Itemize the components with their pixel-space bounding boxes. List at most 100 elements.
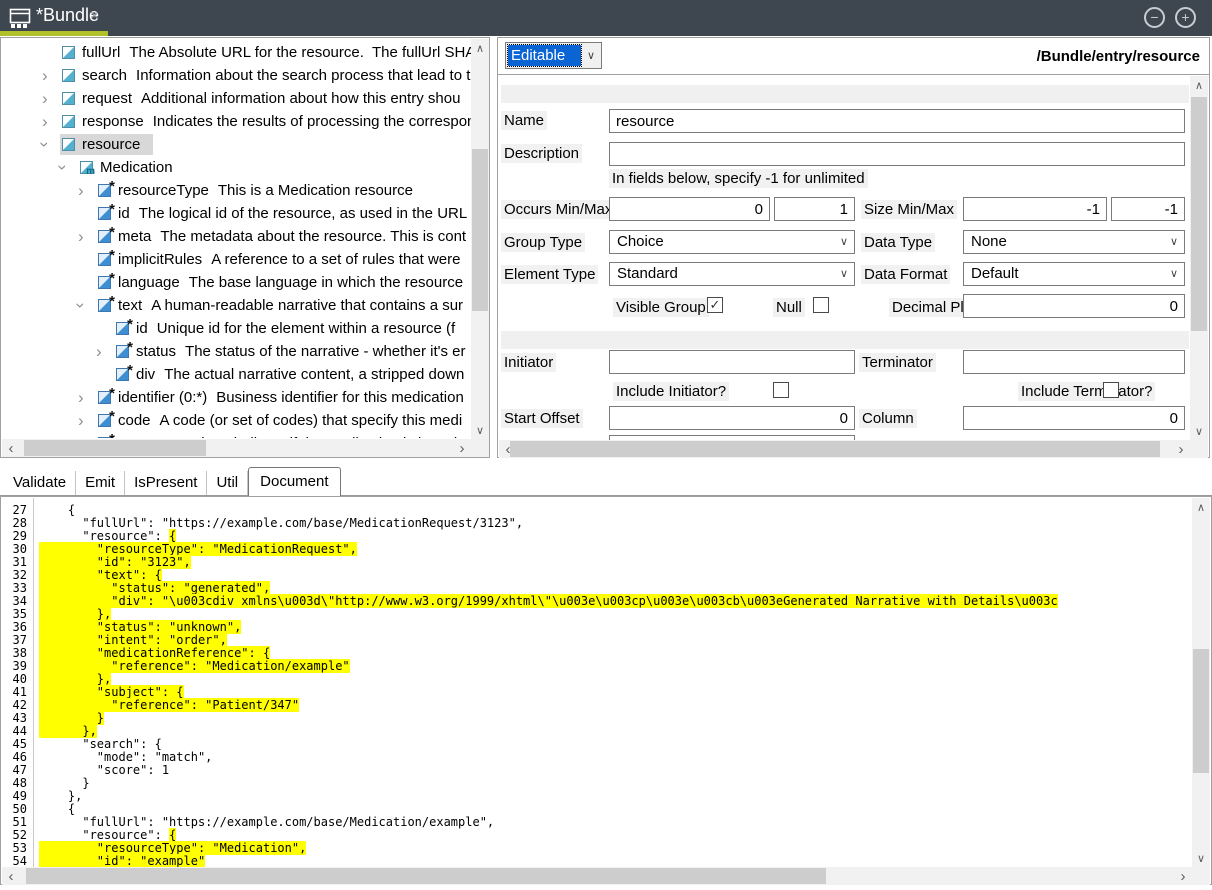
- code-plain-text: "resource":: [39, 828, 169, 842]
- scroll-up-icon[interactable]: [471, 39, 489, 57]
- tree-node-label: response: [82, 113, 144, 130]
- size-min-input[interactable]: [963, 197, 1107, 221]
- tree-chevron-icon[interactable]: [78, 389, 96, 406]
- tree-chevron-icon[interactable]: [42, 67, 60, 84]
- bottom-tab[interactable]: Emit: [76, 471, 125, 495]
- tree-chevron-icon[interactable]: [42, 90, 60, 107]
- tree-row[interactable]: id The logical id of the resource, as us…: [2, 202, 471, 225]
- tree-vscroll-thumb[interactable]: [472, 149, 488, 311]
- tree-row[interactable]: div The actual narrative content, a stri…: [2, 363, 471, 386]
- name-label: Name: [501, 111, 547, 130]
- tree-row[interactable]: implicitRules A reference to a set of ru…: [2, 248, 471, 271]
- tree-chevron-icon[interactable]: [60, 159, 78, 176]
- tree-chevron-icon[interactable]: [96, 343, 114, 360]
- tree-node-icon: [62, 92, 75, 105]
- code-highlighted-text: "medicationReference": {: [39, 646, 270, 660]
- scroll-up-icon[interactable]: [1192, 498, 1210, 516]
- tree-row[interactable]: language The base language in which the …: [2, 271, 471, 294]
- scroll-up-icon[interactable]: [1190, 76, 1208, 94]
- size-label: Size Min/Max: [861, 200, 957, 219]
- column-input[interactable]: [963, 406, 1185, 430]
- scroll-right-icon[interactable]: [1174, 867, 1192, 885]
- bottom-tab[interactable]: Util: [207, 471, 248, 495]
- code-plain-text: }: [39, 776, 90, 790]
- code-plain-text: "mode": "match",: [39, 750, 212, 764]
- tree-row[interactable]: id Unique id for the element within a re…: [2, 317, 471, 340]
- tree-row[interactable]: search Information about the search proc…: [2, 64, 471, 87]
- editable-mode-select[interactable]: Editable: [505, 42, 602, 69]
- data-format-select[interactable]: Default: [963, 262, 1185, 286]
- properties-horizontal-scrollbar[interactable]: [499, 440, 1190, 458]
- visible-group-checkbox[interactable]: [707, 297, 723, 313]
- tree-row[interactable]: Medication: [2, 156, 471, 179]
- scroll-down-icon[interactable]: [1192, 849, 1210, 867]
- bottom-tab[interactable]: IsPresent: [125, 471, 207, 495]
- tree-row[interactable]: status A code to indicate if the medicat…: [2, 432, 471, 438]
- name-input[interactable]: [609, 109, 1185, 133]
- tree-node-icon: [62, 138, 75, 151]
- tree-chevron-icon[interactable]: [42, 113, 60, 130]
- tree-node-icon: [80, 161, 93, 174]
- expand-button[interactable]: +: [1175, 7, 1196, 28]
- document-hscroll-thumb[interactable]: [26, 868, 826, 884]
- editable-mode-value: Editable: [508, 45, 581, 66]
- tree-chevron-icon[interactable]: [78, 182, 96, 199]
- tree-row[interactable]: text A human-readable narrative that con…: [2, 294, 471, 317]
- decimal-places-input[interactable]: [963, 294, 1185, 318]
- document-horizontal-scrollbar[interactable]: [2, 867, 1192, 885]
- description-input[interactable]: [609, 142, 1185, 166]
- occurs-label: Occurs Min/Max: [501, 200, 615, 219]
- data-type-select[interactable]: None: [963, 230, 1185, 254]
- start-offset-input[interactable]: [609, 406, 855, 430]
- initiator-input[interactable]: [609, 350, 855, 374]
- properties-vertical-scrollbar[interactable]: [1190, 76, 1208, 440]
- element-type-select[interactable]: Standard: [609, 262, 855, 286]
- tree-row[interactable]: status The status of the narrative - whe…: [2, 340, 471, 363]
- include-terminator-checkbox[interactable]: [1103, 382, 1119, 398]
- occurs-min-input[interactable]: [609, 197, 770, 221]
- scroll-right-icon[interactable]: [453, 439, 471, 457]
- tree-row[interactable]: fullUrl The Absolute URL for the resourc…: [2, 41, 471, 64]
- include-initiator-checkbox[interactable]: [773, 382, 789, 398]
- bottom-tab[interactable]: Document: [248, 467, 340, 496]
- tree-row[interactable]: meta The metadata about the resource. Th…: [2, 225, 471, 248]
- tree-vertical-scrollbar[interactable]: [471, 39, 489, 439]
- scroll-down-icon[interactable]: [1190, 422, 1208, 440]
- tree-chevron-icon[interactable]: [78, 228, 96, 245]
- occurs-max-input[interactable]: [774, 197, 855, 221]
- combo-dropdown-icon[interactable]: [581, 43, 601, 68]
- close-tab-icon[interactable]: ×: [90, 0, 99, 31]
- tree-row[interactable]: request Additional information about how…: [2, 87, 471, 110]
- document-vertical-scrollbar[interactable]: [1192, 498, 1210, 867]
- tree-horizontal-scrollbar[interactable]: [2, 439, 471, 457]
- tree-node-label: div: [136, 366, 155, 383]
- json-editor[interactable]: 27 { 28 "fullUrl": "https://example.com/…: [2, 498, 1192, 867]
- scroll-left-icon[interactable]: [2, 867, 20, 885]
- tree-chevron-icon[interactable]: [78, 412, 96, 429]
- properties-panel: Editable /Bundle/entry/resource Name Des…: [497, 37, 1210, 458]
- properties-vscroll-thumb[interactable]: [1191, 97, 1207, 331]
- terminator-input[interactable]: [963, 350, 1185, 374]
- tree-chevron-icon[interactable]: [78, 297, 96, 314]
- null-checkbox[interactable]: [813, 297, 829, 313]
- group-type-select[interactable]: Choice: [609, 230, 855, 254]
- tree-chevron-icon[interactable]: [42, 136, 60, 153]
- gutter-separator: [33, 498, 34, 867]
- tree-row[interactable]: code A code (or set of codes) that speci…: [2, 409, 471, 432]
- tree-row[interactable]: resourceType This is a Medication resour…: [2, 179, 471, 202]
- size-max-input[interactable]: [1111, 197, 1185, 221]
- tree-row[interactable]: response Indicates the results of proces…: [2, 110, 471, 133]
- tree-row[interactable]: resource: [2, 133, 471, 156]
- bottom-tab[interactable]: Validate: [4, 471, 76, 495]
- select-dropdown-icon: [1170, 231, 1178, 253]
- scroll-down-icon[interactable]: [471, 421, 489, 439]
- code-line: 49 },: [2, 790, 1192, 803]
- group-type-value: Choice: [617, 233, 664, 250]
- tree-hscroll-thumb[interactable]: [24, 440, 206, 456]
- document-vscroll-thumb[interactable]: [1193, 649, 1209, 773]
- properties-hscroll-thumb[interactable]: [510, 441, 1160, 457]
- scroll-left-icon[interactable]: [2, 439, 20, 457]
- tree-row[interactable]: identifier (0:*) Business identifier for…: [2, 386, 471, 409]
- collapse-button[interactable]: −: [1144, 7, 1165, 28]
- scroll-right-icon[interactable]: [1172, 440, 1190, 458]
